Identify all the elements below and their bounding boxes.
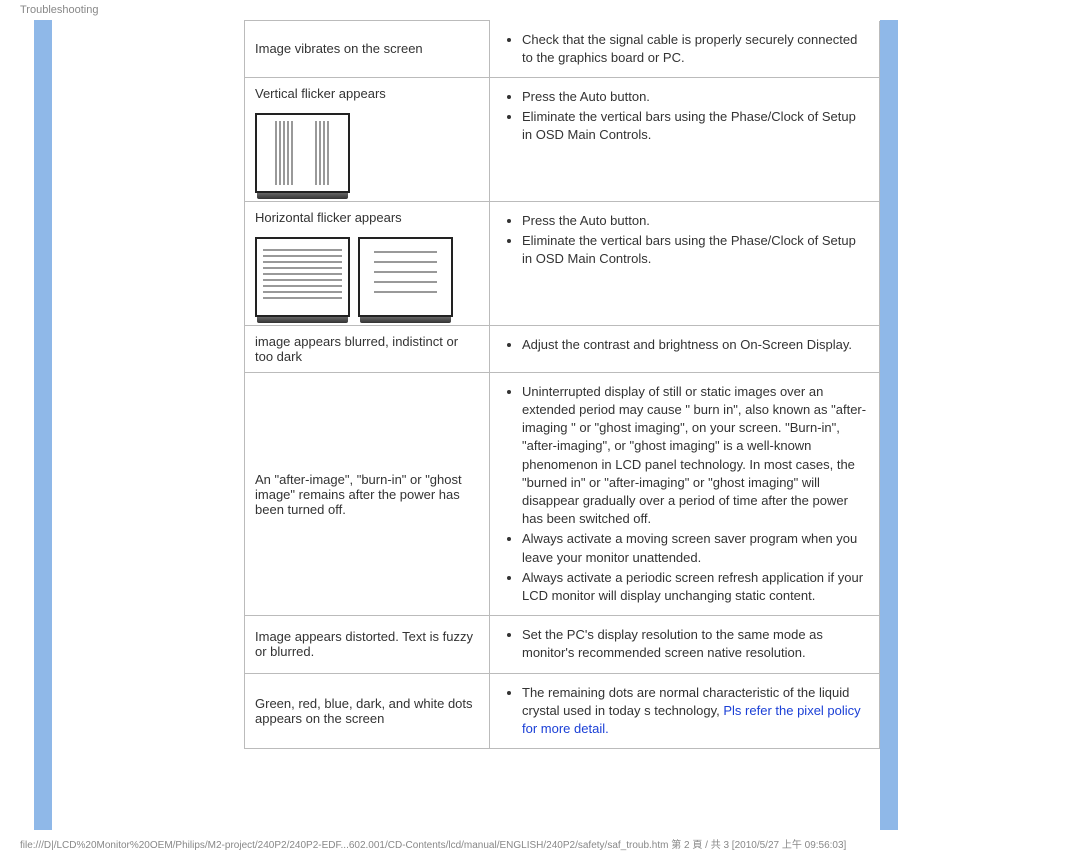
- problem-cell: Image appears distorted. Text is fuzzy o…: [245, 616, 490, 673]
- solution-cell: Check that the signal cable is properly …: [490, 21, 880, 78]
- problem-cell: image appears blurred, indistinct or too…: [245, 325, 490, 372]
- problem-text: Vertical flicker appears: [255, 86, 386, 101]
- solution-item: The remaining dots are normal characteri…: [522, 684, 869, 739]
- footer-path: file:///D|/LCD%20Monitor%20OEM/Philips/M…: [0, 830, 1080, 857]
- solution-item: Set the PC's display resolution to the s…: [522, 626, 869, 662]
- table-row: Image vibrates on the screen Check that …: [245, 21, 880, 78]
- solution-item: Press the Auto button.: [522, 212, 869, 230]
- right-stripe: [880, 20, 898, 830]
- table-row: image appears blurred, indistinct or too…: [245, 325, 880, 372]
- page-body: Image vibrates on the screen Check that …: [0, 20, 1080, 830]
- problem-cell: Horizontal flicker appears: [245, 201, 490, 325]
- solution-cell: The remaining dots are normal characteri…: [490, 673, 880, 749]
- vertical-flicker-icon: [255, 113, 350, 193]
- solution-item: Always activate a periodic screen refres…: [522, 569, 869, 605]
- problem-cell: Vertical flicker appears: [245, 77, 490, 201]
- problem-cell: An "after-image", "burn-in" or "ghost im…: [245, 372, 490, 615]
- table-row: Green, red, blue, dark, and white dots a…: [245, 673, 880, 749]
- solution-item: Adjust the contrast and brightness on On…: [522, 336, 869, 354]
- solution-item: Eliminate the vertical bars using the Ph…: [522, 108, 869, 144]
- table-row: Image appears distorted. Text is fuzzy o…: [245, 616, 880, 673]
- solution-item: Press the Auto button.: [522, 88, 869, 106]
- solution-cell: Adjust the contrast and brightness on On…: [490, 325, 880, 372]
- solution-cell: Press the Auto button. Eliminate the ver…: [490, 77, 880, 201]
- troubleshoot-table: Image vibrates on the screen Check that …: [244, 20, 880, 749]
- table-row: An "after-image", "burn-in" or "ghost im…: [245, 372, 880, 615]
- solution-cell: Press the Auto button. Eliminate the ver…: [490, 201, 880, 325]
- problem-cell: Image vibrates on the screen: [245, 21, 490, 78]
- solution-item: Eliminate the vertical bars using the Ph…: [522, 232, 869, 268]
- table-row: Vertical flicker appears: [245, 77, 880, 201]
- problem-text: Horizontal flicker appears: [255, 210, 402, 225]
- left-stripe: [34, 20, 52, 830]
- solution-cell: Uninterrupted display of still or static…: [490, 372, 880, 615]
- page-header: Troubleshooting: [0, 0, 1080, 20]
- problem-cell: Green, red, blue, dark, and white dots a…: [245, 673, 490, 749]
- solution-item: Check that the signal cable is properly …: [522, 31, 869, 67]
- table-row: Horizontal flicker appears: [245, 201, 880, 325]
- solution-item: Always activate a moving screen saver pr…: [522, 530, 869, 566]
- solution-item: Uninterrupted display of still or static…: [522, 383, 869, 529]
- horizontal-flicker-icon: [358, 237, 453, 317]
- horizontal-flicker-icon: [255, 237, 350, 317]
- solution-cell: Set the PC's display resolution to the s…: [490, 616, 880, 673]
